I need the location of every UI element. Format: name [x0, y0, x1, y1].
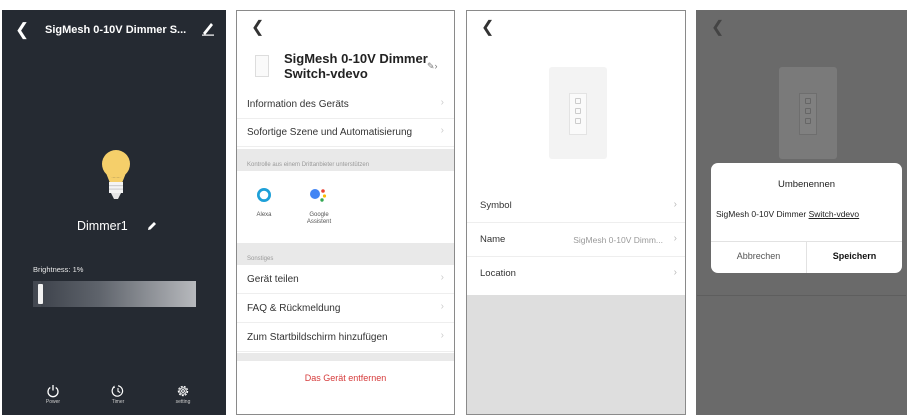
switch-plate [569, 93, 587, 135]
name-input-underlined: Switch-vdevo [808, 209, 860, 219]
settings-button[interactable]: setting [163, 384, 203, 414]
chevron-right-icon: › [673, 233, 677, 244]
row-label: FAQ & Rückmeldung [247, 303, 341, 314]
device-name: Dimmer1 [77, 219, 128, 233]
row-label: Location [480, 268, 516, 279]
chevron-right-icon: › [440, 330, 444, 341]
chevron-right-icon: › [440, 301, 444, 312]
power-icon [47, 385, 59, 398]
divider [697, 295, 906, 296]
google-assistant-icon [310, 189, 327, 202]
section-spacer [237, 353, 454, 361]
section-other: Sonstiges [237, 243, 454, 265]
device-title-line1: SigMesh 0-10V Dimmer [284, 51, 428, 66]
chevron-right-icon: › [673, 199, 677, 210]
device-title: SigMesh 0-10V Dimmer Switch-vdevo [284, 51, 434, 81]
row-device-info[interactable]: Information des Geräts › [237, 91, 454, 119]
power-button[interactable]: Power [33, 384, 73, 414]
dialog-title: Umbenennen [777, 179, 836, 190]
device-settings-screen: ❮ SigMesh 0-10V Dimmer Switch-vdevo ✎› I… [236, 10, 455, 415]
row-label: Sofortige Szene und Automatisierung [247, 127, 413, 138]
back-button[interactable]: ❮ [15, 20, 29, 40]
bottom-bar: Power Timer setting [3, 384, 225, 414]
row-add-to-homescreen[interactable]: Zum Startbildschirm hinzufügen › [237, 324, 454, 352]
gear-icon [177, 385, 189, 397]
edit-name-icon[interactable]: ✎› [427, 61, 438, 72]
row-symbol[interactable]: Symbol › [467, 189, 685, 223]
timer-label: Timer [111, 399, 125, 405]
save-button[interactable]: Speichern [807, 251, 902, 261]
chevron-right-icon: › [440, 97, 444, 108]
remove-device-button[interactable]: Das Gerät entfernen [237, 373, 454, 383]
device-title-line2: Switch-vdevo [284, 66, 368, 81]
power-label: Power [45, 399, 61, 405]
row-label: Symbol [480, 200, 512, 211]
row-value: SigMesh 0-10V Dimm... [573, 235, 663, 245]
row-share-device[interactable]: Gerät teilen › [237, 266, 454, 294]
bulb-icon[interactable] [101, 149, 131, 206]
back-button: ❮ [711, 19, 725, 36]
row-location[interactable]: Location › [467, 257, 685, 291]
row-faq-feedback[interactable]: FAQ & Rückmeldung › [237, 295, 454, 323]
chevron-right-icon: › [440, 125, 444, 136]
back-button[interactable]: ❮ [251, 17, 264, 37]
settings-label: setting [175, 399, 191, 405]
page-title: SigMesh 0-10V Dimmer S... [45, 24, 187, 36]
chevron-right-icon: › [440, 272, 444, 283]
device-thumbnail [255, 55, 269, 77]
google-label-line1: Google [309, 212, 329, 218]
chevron-right-icon: › [673, 267, 677, 278]
rename-dialog: Umbenennen SigMesh 0-10V Dimmer Switch-v… [711, 163, 902, 273]
row-label: Name [480, 234, 506, 245]
rename-pencil-icon[interactable] [147, 218, 157, 236]
section-label: Sonstiges [247, 256, 274, 262]
section-label: Kontrolle aus einem Drittanbieter unters… [247, 162, 370, 168]
google-assistant-tile[interactable]: Google Assistent [299, 187, 339, 226]
row-label: Information des Geräts [247, 99, 349, 110]
rename-dialog-screen: ❮ Umbenennen SigMesh 0-10V Dimmer Switch… [696, 10, 907, 415]
row-label: Zum Startbildschirm hinzufügen [247, 332, 388, 343]
row-scenes-automation[interactable]: Sofortige Szene und Automatisierung › [237, 119, 454, 147]
name-input[interactable]: SigMesh 0-10V Dimmer Switch-vdevo [716, 209, 859, 219]
brightness-slider[interactable] [33, 281, 196, 307]
google-label: Google Assistent [299, 212, 339, 226]
device-image [779, 67, 837, 159]
timer-icon [111, 385, 124, 397]
empty-area [467, 295, 685, 414]
device-info-screen: ❮ Symbol › Name SigMesh 0-10V Dimm... › … [466, 10, 686, 415]
back-button[interactable]: ❮ [481, 17, 494, 37]
cancel-button[interactable]: Abbrechen [711, 251, 806, 261]
brightness-label: Brightness: 1% [33, 265, 84, 274]
row-label: Gerät teilen [247, 274, 299, 285]
edit-icon[interactable] [201, 20, 215, 36]
row-name[interactable]: Name SigMesh 0-10V Dimm... › [467, 223, 685, 257]
slider-thumb[interactable] [37, 284, 43, 304]
alexa-tile[interactable]: Alexa [244, 187, 284, 219]
device-image [549, 67, 607, 159]
name-input-text: SigMesh 0-10V Dimmer [716, 209, 809, 219]
switch-plate [799, 93, 817, 135]
alexa-icon [257, 188, 271, 202]
alexa-label: Alexa [256, 212, 272, 218]
header: ❮ SigMesh 0-10V Dimmer S... [3, 11, 225, 51]
light-control-screen: ❮ SigMesh 0-10V Dimmer S... Dimmer1 Brig… [2, 10, 226, 415]
section-third-party: Kontrolle aus einem Drittanbieter unters… [237, 149, 454, 171]
timer-button[interactable]: Timer [98, 384, 138, 414]
google-label-line2: Assistent [306, 219, 332, 225]
